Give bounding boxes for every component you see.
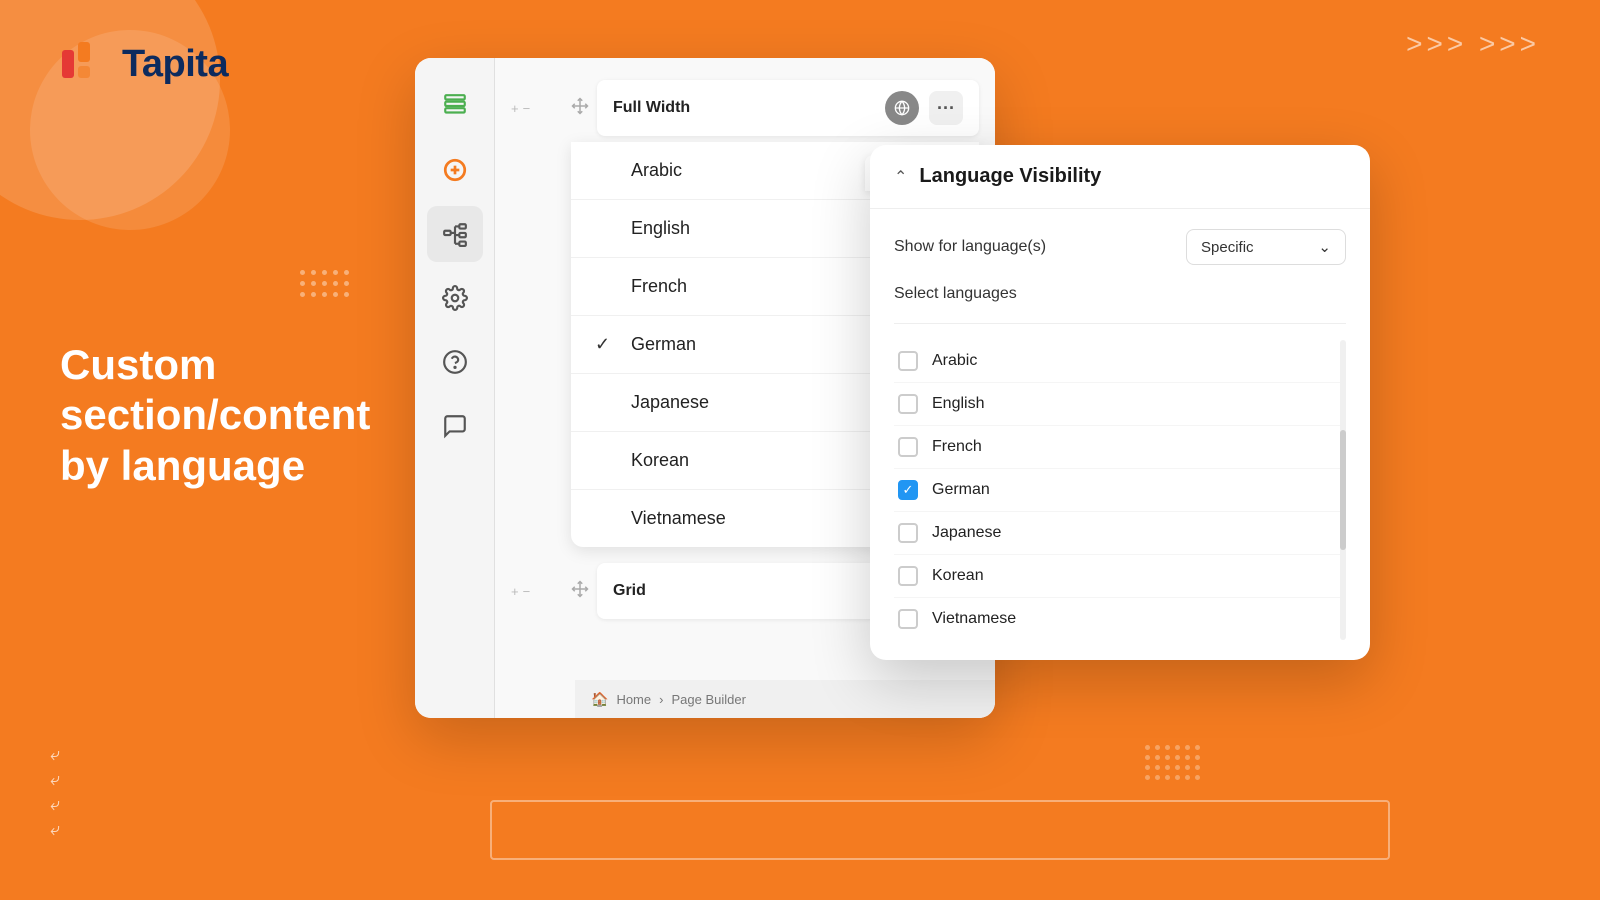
lang-english-label: English bbox=[631, 218, 690, 239]
checkbox-japanese[interactable] bbox=[898, 523, 918, 543]
sidebar-item-help[interactable] bbox=[427, 334, 483, 390]
grid-title: Grid bbox=[613, 582, 646, 600]
plus-icon-1[interactable]: + bbox=[511, 101, 519, 116]
dash-icon-1: − bbox=[523, 101, 531, 116]
check-arabic bbox=[595, 160, 615, 181]
check-vietnamese bbox=[595, 508, 615, 529]
lang-check-list-area: Arabic English French ✓ German Japanese bbox=[894, 340, 1346, 640]
row-controls-2: + − bbox=[511, 584, 571, 599]
check-korean bbox=[595, 450, 615, 471]
headline-line3: by language bbox=[60, 441, 370, 491]
full-width-title: Full Width bbox=[613, 99, 690, 117]
more-button-1[interactable]: ··· bbox=[929, 91, 963, 125]
check-german: ✓ bbox=[595, 334, 615, 355]
panel-header: ⌃ Language Visibility bbox=[870, 145, 1370, 209]
checkbox-french[interactable] bbox=[898, 437, 918, 457]
panel-lang-english-label: English bbox=[932, 395, 984, 413]
check-english bbox=[595, 218, 615, 239]
panel-lang-german[interactable]: ✓ German bbox=[894, 469, 1346, 512]
breadcrumb-page: Page Builder bbox=[671, 692, 745, 707]
select-languages-label: Select languages bbox=[894, 285, 1017, 303]
sidebar-item-tree[interactable] bbox=[427, 206, 483, 262]
headline-line1: Custom bbox=[60, 340, 370, 390]
brand-name: Tapita bbox=[122, 43, 228, 86]
panel-lang-korean-label: Korean bbox=[932, 567, 984, 585]
dropdown-value: Specific bbox=[1201, 239, 1254, 256]
dash-icon-2: − bbox=[523, 584, 531, 599]
row-controls-1: + − bbox=[511, 101, 571, 116]
panel-lang-french-label: French bbox=[932, 438, 982, 456]
panel-lang-japanese-label: Japanese bbox=[932, 524, 1001, 542]
bg-chevrons: ⤶ ⤶ ⤶ ⤶ bbox=[50, 744, 60, 840]
bg-rect bbox=[490, 800, 1390, 860]
panel-body: Show for language(s) Specific ⌄ Select l… bbox=[870, 209, 1370, 660]
bg-dots-left bbox=[300, 270, 349, 297]
panel-lang-vietnamese-label: Vietnamese bbox=[932, 610, 1016, 628]
show-for-row: Show for language(s) Specific ⌄ bbox=[894, 229, 1346, 265]
panel-lang-french[interactable]: French bbox=[894, 426, 1346, 469]
panel-lang-arabic[interactable]: Arabic bbox=[894, 340, 1346, 383]
panel-lang-english[interactable]: English bbox=[894, 383, 1346, 426]
full-width-bar: Full Width ··· bbox=[597, 80, 979, 136]
lang-vietnamese-label: Vietnamese bbox=[631, 508, 726, 529]
checkbox-arabic[interactable] bbox=[898, 351, 918, 371]
bg-dots-right bbox=[1145, 745, 1200, 780]
check-japanese bbox=[595, 392, 615, 413]
lang-french-label: French bbox=[631, 276, 687, 297]
move-icon-2[interactable] bbox=[571, 580, 589, 603]
checkbox-korean[interactable] bbox=[898, 566, 918, 586]
show-for-label: Show for language(s) bbox=[894, 238, 1046, 256]
lang-german-label: German bbox=[631, 334, 696, 355]
panel-lang-japanese[interactable]: Japanese bbox=[894, 512, 1346, 555]
select-languages-row: Select languages bbox=[894, 285, 1346, 303]
panel-lang-vietnamese[interactable]: Vietnamese bbox=[894, 598, 1346, 640]
breadcrumb-sep: › bbox=[659, 692, 663, 707]
panel-lang-korean[interactable]: Korean bbox=[894, 555, 1346, 598]
checkbox-english[interactable] bbox=[898, 394, 918, 414]
lang-korean-label: Korean bbox=[631, 450, 689, 471]
language-visibility-panel: ⌃ Language Visibility Show for language(… bbox=[870, 145, 1370, 660]
plus-icon-2[interactable]: + bbox=[511, 584, 519, 599]
sidebar-item-layers[interactable] bbox=[427, 78, 483, 134]
move-icon-1[interactable] bbox=[571, 97, 589, 120]
scrollbar-track bbox=[1340, 340, 1346, 640]
sidebar-item-add[interactable] bbox=[427, 142, 483, 198]
breadcrumb-home: Home bbox=[616, 692, 651, 707]
checkbox-vietnamese[interactable] bbox=[898, 609, 918, 629]
globe-button-1[interactable] bbox=[885, 91, 919, 125]
scrollbar-thumb[interactable] bbox=[1340, 430, 1346, 550]
editor-sidebar bbox=[415, 58, 495, 718]
sidebar-item-chat[interactable] bbox=[427, 398, 483, 454]
collapse-icon[interactable]: ⌃ bbox=[894, 167, 907, 187]
lang-japanese-label: Japanese bbox=[631, 392, 709, 413]
logo-area: Tapita bbox=[60, 40, 228, 88]
lang-check-list: Arabic English French ✓ German Japanese bbox=[894, 340, 1346, 640]
panel-title: Language Visibility bbox=[919, 165, 1101, 188]
full-width-controls: ··· bbox=[885, 91, 963, 125]
breadcrumb-bar: 🏠 Home › Page Builder bbox=[575, 680, 995, 718]
panel-lang-german-label: German bbox=[932, 481, 990, 499]
headline: Custom section/content by language bbox=[60, 340, 370, 491]
home-icon: 🏠 bbox=[591, 691, 608, 708]
check-french bbox=[595, 276, 615, 297]
full-width-section-row: + − Full Width bbox=[495, 74, 995, 142]
bg-arrows: >>> >>> bbox=[1406, 28, 1540, 60]
panel-divider bbox=[894, 323, 1346, 324]
sidebar-item-settings[interactable] bbox=[427, 270, 483, 326]
dropdown-arrow: ⌄ bbox=[1318, 238, 1331, 256]
checkbox-german[interactable]: ✓ bbox=[898, 480, 918, 500]
specific-dropdown[interactable]: Specific ⌄ bbox=[1186, 229, 1346, 265]
tapita-logo-icon bbox=[60, 40, 108, 88]
lang-arabic-label: Arabic bbox=[631, 160, 682, 181]
headline-line2: section/content bbox=[60, 390, 370, 440]
panel-lang-arabic-label: Arabic bbox=[932, 352, 977, 370]
